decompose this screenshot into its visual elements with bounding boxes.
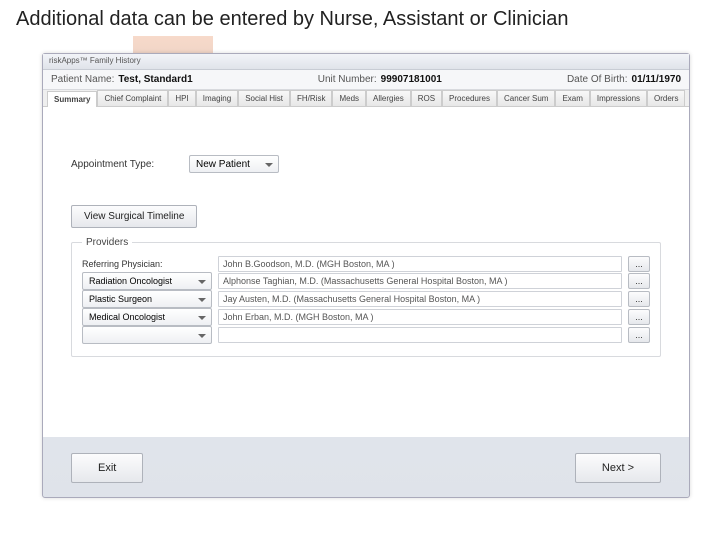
- providers-fieldset: Providers Referring Physician:John B.Goo…: [71, 242, 661, 357]
- provider-row: Referring Physician: John B.Goodson, M.D.…: [82, 256, 650, 272]
- provider-type-value: Medical Oncologist: [89, 312, 165, 322]
- tab-strip: SummaryChief ComplaintHPIImagingSocial H…: [43, 90, 689, 107]
- provider-more-button[interactable]: ...: [628, 291, 650, 307]
- next-button[interactable]: Next >: [575, 453, 661, 483]
- appointment-type-select[interactable]: New Patient: [189, 155, 279, 173]
- provider-more-button[interactable]: ...: [628, 309, 650, 325]
- provider-more-button[interactable]: ...: [628, 327, 650, 343]
- provider-row: ...: [82, 326, 650, 344]
- provider-name-input[interactable]: Jay Austen, M.D. (Massachusetts General …: [218, 291, 622, 307]
- footer-bar: Exit Next >: [43, 437, 689, 497]
- tab-fh-risk[interactable]: FH/Risk: [290, 90, 332, 106]
- provider-type-select[interactable]: Radiation Oncologist: [82, 272, 212, 290]
- provider-row: Radiation Oncologist Alphonse Taghian, M.…: [82, 272, 650, 290]
- provider-type-label: Referring Physician:: [82, 259, 212, 269]
- providers-legend: Providers: [82, 237, 132, 248]
- provider-type-value: Plastic Surgeon: [89, 294, 152, 304]
- provider-name-input[interactable]: [218, 327, 622, 343]
- provider-more-button[interactable]: ...: [628, 273, 650, 289]
- tab-meds[interactable]: Meds: [332, 90, 366, 106]
- provider-type-value: Radiation Oncologist: [89, 276, 172, 286]
- dob-label: Date Of Birth:: [567, 74, 628, 85]
- tab-summary[interactable]: Summary: [47, 91, 97, 107]
- provider-type-select[interactable]: Plastic Surgeon: [82, 290, 212, 308]
- tab-orders[interactable]: Orders: [647, 90, 685, 106]
- provider-name-input[interactable]: John B.Goodson, M.D. (MGH Boston, MA ): [218, 256, 622, 272]
- provider-name-input[interactable]: John Erban, M.D. (MGH Boston, MA ): [218, 309, 622, 325]
- provider-row: Plastic Surgeon Jay Austen, M.D. (Massach…: [82, 290, 650, 308]
- provider-type-select[interactable]: [82, 326, 212, 344]
- tab-social-hist[interactable]: Social Hist: [238, 90, 290, 106]
- patient-header: Patient Name: Test, Standard1 Unit Numbe…: [43, 70, 689, 90]
- provider-more-button[interactable]: ...: [628, 256, 650, 272]
- unit-number-value: 99907181001: [381, 74, 442, 85]
- tab-cancer-sum[interactable]: Cancer Sum: [497, 90, 555, 106]
- tab-ros[interactable]: ROS: [411, 90, 442, 106]
- appointment-type-label: Appointment Type:: [71, 159, 181, 170]
- tab-chief-complaint[interactable]: Chief Complaint: [97, 90, 168, 106]
- patient-name-value: Test, Standard1: [118, 74, 192, 85]
- tab-exam[interactable]: Exam: [555, 90, 589, 106]
- tab-content-summary: Appointment Type: New Patient View Surgi…: [43, 107, 689, 437]
- window-titlebar: riskApps™ Family History: [43, 54, 689, 70]
- dob-value: 01/11/1970: [632, 74, 682, 85]
- view-surgical-timeline-button[interactable]: View Surgical Timeline: [71, 205, 197, 228]
- tab-procedures[interactable]: Procedures: [442, 90, 497, 106]
- tab-imaging[interactable]: Imaging: [196, 90, 238, 106]
- tab-hpi[interactable]: HPI: [168, 90, 195, 106]
- tab-allergies[interactable]: Allergies: [366, 90, 411, 106]
- appointment-type-value: New Patient: [196, 159, 250, 170]
- app-window: riskApps™ Family History Patient Name: T…: [42, 53, 690, 498]
- provider-type-select[interactable]: Medical Oncologist: [82, 308, 212, 326]
- patient-name-label: Patient Name:: [51, 74, 114, 85]
- exit-button[interactable]: Exit: [71, 453, 143, 483]
- tab-impressions[interactable]: Impressions: [590, 90, 647, 106]
- slide-title: Additional data can be entered by Nurse,…: [0, 0, 720, 35]
- appointment-type-row: Appointment Type: New Patient: [71, 155, 661, 173]
- provider-row: Medical Oncologist John Erban, M.D. (MGH …: [82, 308, 650, 326]
- provider-name-input[interactable]: Alphonse Taghian, M.D. (Massachusetts Ge…: [218, 273, 622, 289]
- unit-number-label: Unit Number:: [318, 74, 377, 85]
